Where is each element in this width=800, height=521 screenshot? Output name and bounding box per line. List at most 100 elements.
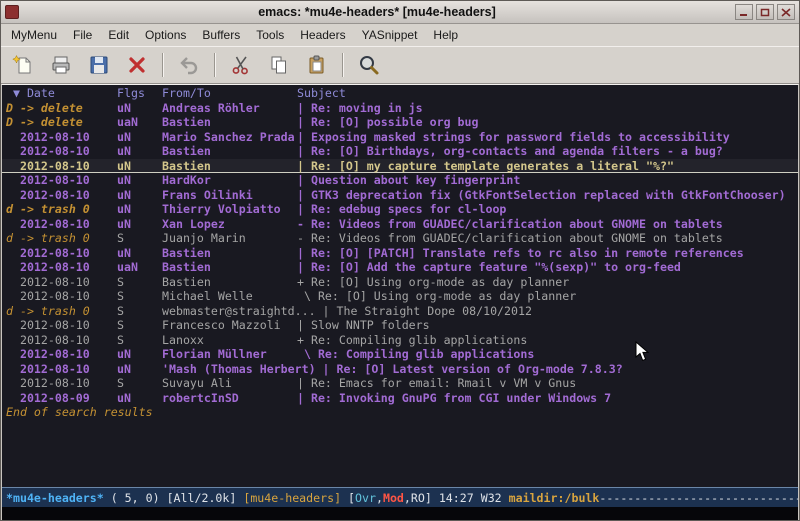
search-button[interactable] (353, 50, 385, 80)
message-from: Michael Welle (162, 289, 297, 304)
message-from: 'Mash (Thomas Herbert) (162, 362, 323, 377)
message-date: D -> delete (6, 115, 117, 130)
message-row[interactable]: D -> delete uaN Bastien | Re: [O] possib… (2, 115, 798, 130)
modeline-segment: [mu4e-headers] (243, 491, 348, 505)
message-from: Xan Lopez (162, 217, 297, 232)
column-header-flags[interactable]: Flgs (117, 86, 162, 101)
maximize-icon (760, 8, 770, 17)
message-date: D -> delete (6, 101, 117, 116)
message-subject: | Question about key fingerprint (297, 173, 798, 188)
minimize-button[interactable] (735, 4, 753, 20)
copy-button[interactable] (263, 50, 295, 80)
menu-item[interactable]: Buffers (194, 26, 248, 44)
app-icon (5, 5, 19, 19)
message-row[interactable]: 2012-08-10 uaN Bastien | Re: [O] Add the… (2, 260, 798, 275)
message-flags: uN (117, 130, 162, 145)
message-row[interactable]: 2012-08-10 S Lanoxx + Re: Compiling glib… (2, 333, 798, 348)
menu-item[interactable]: YASnippet (354, 26, 426, 44)
cut-button[interactable] (225, 50, 257, 80)
menu-item[interactable]: Help (425, 26, 466, 44)
message-row[interactable]: 2012-08-10 uN 'Mash (Thomas Herbert) | R… (2, 362, 798, 377)
message-date: 2012-08-10 (6, 159, 117, 174)
paste-button[interactable] (301, 50, 333, 80)
message-row[interactable]: 2012-08-10 uN HardKor | Question about k… (2, 173, 798, 188)
modeline-segment: ------------------------------ (599, 491, 798, 505)
message-row[interactable]: 2012-08-10 S Francesco Mazzoli | Slow NN… (2, 318, 798, 333)
message-flags: uN (117, 391, 162, 406)
menu-item[interactable]: Options (137, 26, 194, 44)
message-date: 2012-08-10 (6, 289, 117, 304)
message-date: 2012-08-10 (6, 130, 117, 145)
menu-item[interactable]: Headers (292, 26, 353, 44)
menu-item[interactable]: File (65, 26, 100, 44)
maximize-button[interactable] (756, 4, 774, 20)
message-row[interactable]: d -> trash 0 S Juanjo Marin - Re: Videos… (2, 231, 798, 246)
print-button[interactable] (45, 50, 77, 80)
message-flags: uN (117, 159, 162, 174)
column-header-date[interactable]: ▼ Date (6, 86, 117, 101)
message-row[interactable]: 2012-08-10 uN Bastien | Re: [O] Birthday… (2, 144, 798, 159)
message-row[interactable]: 2012-08-10 uN Bastien | Re: [O] [PATCH] … (2, 246, 798, 261)
message-flags: uN (117, 202, 162, 217)
message-subject: | Re: Emacs for email: Rmail v VM v Gnus (297, 376, 798, 391)
message-subject: | The Straight Dope 08/10/2012 (323, 304, 798, 319)
mouse-cursor (635, 341, 649, 362)
message-row[interactable]: 2012-08-10 uN Bastien | Re: [O] my captu… (2, 159, 798, 174)
message-from: Bastien (162, 115, 297, 130)
copy-icon (268, 54, 290, 76)
message-date: 2012-08-10 (6, 144, 117, 159)
new-file-button[interactable] (7, 50, 39, 80)
message-date: d -> trash 0 (6, 202, 117, 217)
menu-item[interactable]: Edit (100, 26, 137, 44)
message-from: Bastien (162, 144, 297, 159)
message-from: Florian Müllner (162, 347, 297, 362)
message-subject: + Re: [O] Using org-mode as day planner (297, 275, 798, 290)
message-row[interactable]: D -> delete uN Andreas Röhler | Re: movi… (2, 101, 798, 116)
column-header-from[interactable]: From/To (162, 86, 297, 101)
message-row[interactable]: 2012-08-10 S Michael Welle \ Re: [O] Usi… (2, 289, 798, 304)
message-from: Francesco Mazzoli (162, 318, 297, 333)
close-button[interactable] (777, 4, 795, 20)
save-button[interactable] (83, 50, 115, 80)
message-row[interactable]: 2012-08-09 uN robertcInSD | Re: Invoking… (2, 391, 798, 406)
headers-buffer: ▼ Date Flgs From/To Subject D -> delete … (2, 85, 798, 487)
message-flags: S (117, 318, 162, 333)
message-from: Bastien (162, 159, 297, 174)
message-row[interactable]: d -> trash 0 S webmaster@straightd... | … (2, 304, 798, 319)
message-from: robertcInSD (162, 391, 297, 406)
message-from: Bastien (162, 260, 297, 275)
close-buffer-button[interactable] (121, 50, 153, 80)
echo-area[interactable] (2, 507, 798, 520)
message-flags: uN (117, 173, 162, 188)
message-row[interactable]: 2012-08-10 uN Xan Lopez - Re: Videos fro… (2, 217, 798, 232)
message-row[interactable]: 2012-08-10 uN Florian Müllner \ Re: Comp… (2, 347, 798, 362)
menubar: MyMenuFileEditOptionsBuffersToolsHeaders… (1, 24, 799, 46)
message-row[interactable]: 2012-08-10 S Suvayu Ali | Re: Emacs for … (2, 376, 798, 391)
message-subject: + Re: Compiling glib applications (297, 333, 798, 348)
message-flags: S (117, 304, 162, 319)
message-row[interactable]: 2012-08-10 uN Mario Sanchez Prada | Expo… (2, 130, 798, 145)
modeline-segment: [ (348, 491, 355, 505)
message-date: 2012-08-10 (6, 376, 117, 391)
message-flags: uN (117, 144, 162, 159)
toolbar (1, 46, 799, 84)
message-subject: | Re: [O] Latest version of Org-mode 7.8… (323, 362, 798, 377)
message-row[interactable]: 2012-08-10 S Bastien + Re: [O] Using org… (2, 275, 798, 290)
minimize-icon (739, 8, 749, 17)
message-flags: S (117, 231, 162, 246)
message-subject: | Re: [O] possible org bug (297, 115, 798, 130)
message-subject: | Re: [O] Birthdays, org-contacts and ag… (297, 144, 798, 159)
message-flags: S (117, 289, 162, 304)
menu-item[interactable]: Tools (248, 26, 292, 44)
print-icon (50, 54, 72, 76)
message-row[interactable]: 2012-08-10 uN Frans Oilinki | GTK3 depre… (2, 188, 798, 203)
undo-icon (178, 54, 200, 76)
menu-item[interactable]: MyMenu (3, 26, 65, 44)
message-date: 2012-08-10 (6, 347, 117, 362)
undo-button[interactable] (173, 50, 205, 80)
message-subject: \ Re: Compiling glib applications (297, 347, 798, 362)
close-buffer-icon (126, 54, 148, 76)
message-from: Juanjo Marin (162, 231, 297, 246)
message-row[interactable]: d -> trash 0 uN Thierry Volpiatto | Re: … (2, 202, 798, 217)
column-header-subject[interactable]: Subject (297, 86, 798, 101)
